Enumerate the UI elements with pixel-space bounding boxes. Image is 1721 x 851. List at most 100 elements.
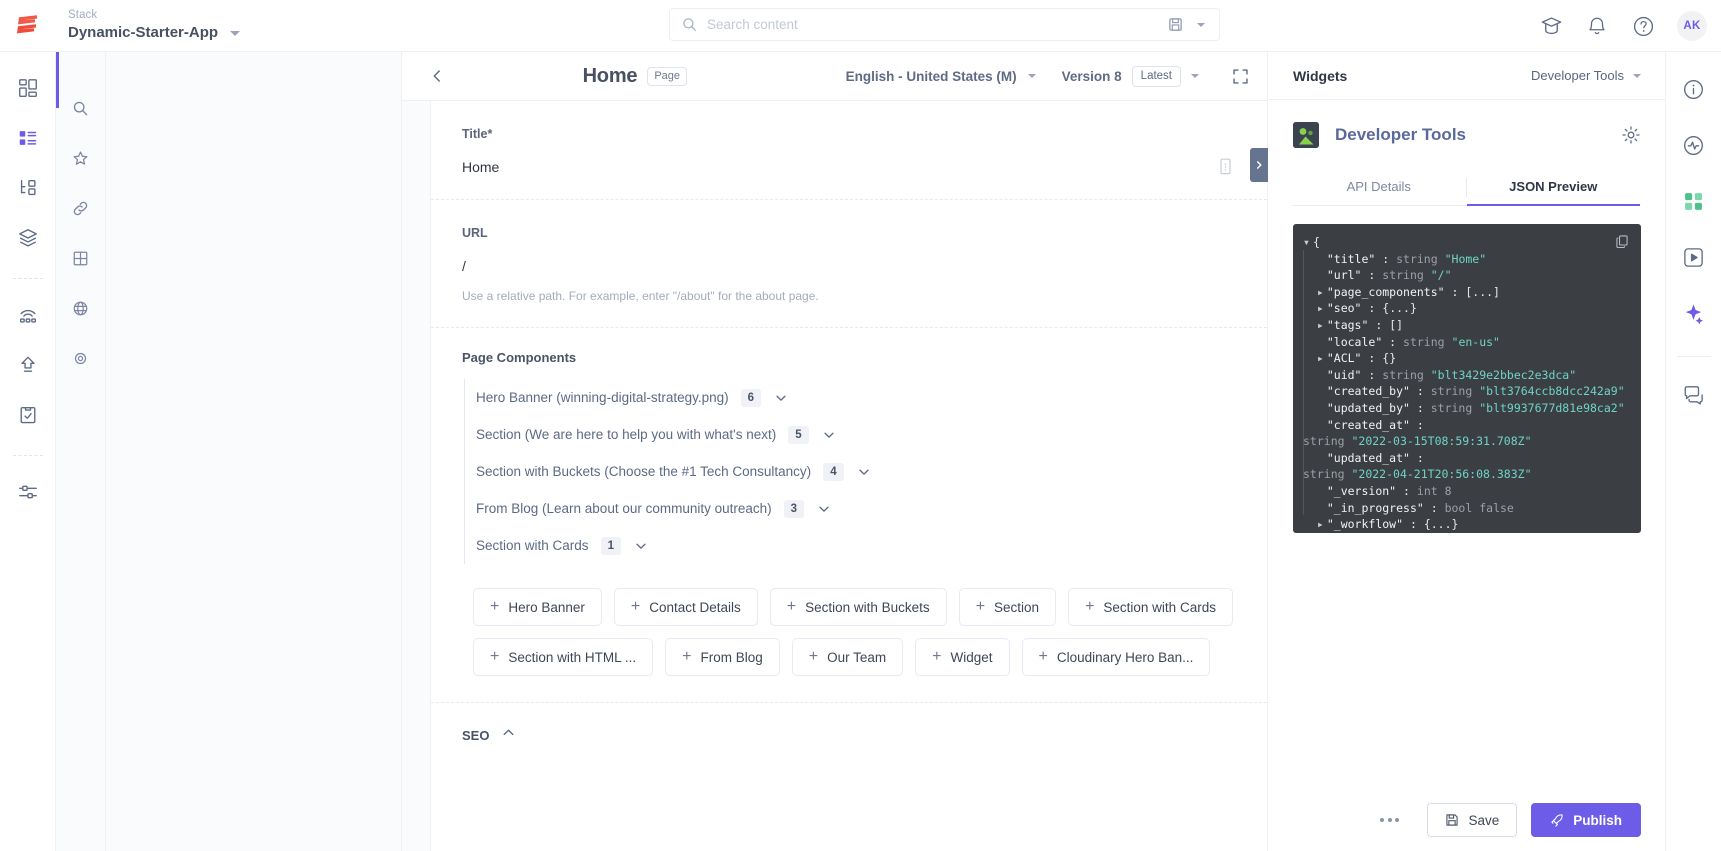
tab-api-details[interactable]: API Details bbox=[1292, 170, 1466, 206]
sidenav-link-icon[interactable] bbox=[65, 192, 97, 224]
chevron-down-icon[interactable] bbox=[633, 538, 649, 554]
json-line: ▸ "ACL" : {} bbox=[1316, 350, 1397, 367]
chevron-down-icon[interactable] bbox=[230, 30, 241, 36]
json-line: "updated_at" : string "2022-04-21T20:56:… bbox=[1303, 450, 1532, 482]
page-component-count: 6 bbox=[740, 388, 762, 407]
sparkle-ai-icon[interactable] bbox=[1677, 296, 1711, 330]
add-component-button[interactable]: + Our Team bbox=[791, 638, 904, 676]
fold-arrow-icon[interactable]: ▸ bbox=[1317, 284, 1327, 301]
comments-icon[interactable] bbox=[1677, 377, 1711, 411]
more-options-icon[interactable] bbox=[1370, 808, 1409, 832]
tab-json-preview[interactable]: JSON Preview bbox=[1466, 170, 1640, 206]
sidebar-item-dashboard[interactable] bbox=[8, 68, 48, 108]
fold-arrow-icon[interactable]: ▸ bbox=[1317, 350, 1327, 367]
fold-arrow-icon[interactable]: ▸ bbox=[1317, 317, 1327, 334]
page-component-label: Section with Cards bbox=[476, 538, 589, 553]
add-component-button[interactable]: + Section with HTML ... bbox=[473, 638, 654, 676]
add-component-button[interactable]: + Hero Banner bbox=[473, 588, 602, 626]
secondary-sidenav bbox=[56, 52, 106, 851]
chevron-down-icon[interactable] bbox=[856, 464, 872, 480]
page-component-label: Section with Buckets (Choose the #1 Tech… bbox=[476, 464, 812, 479]
graduation-cap-icon[interactable] bbox=[1539, 14, 1563, 38]
json-line: ▸ "tags" : [] bbox=[1316, 317, 1404, 334]
url-field-value[interactable]: / bbox=[462, 258, 1233, 274]
contentstack-logo[interactable] bbox=[0, 14, 56, 38]
chevron-down-icon[interactable] bbox=[773, 390, 789, 406]
sidebar-item-checklist[interactable] bbox=[8, 395, 48, 435]
far-rail-divider bbox=[1676, 356, 1711, 357]
page-component-row[interactable]: Section with Cards 1 bbox=[476, 527, 1233, 564]
sidenav-star-icon[interactable] bbox=[65, 142, 97, 174]
add-component-button[interactable]: + From Blog bbox=[665, 638, 780, 676]
version-selector[interactable]: Version 8 Latest bbox=[1062, 65, 1199, 87]
sidebar-item-entries[interactable] bbox=[8, 118, 48, 158]
version-chevron-down-icon[interactable] bbox=[1191, 74, 1199, 78]
sidenav-globe-icon[interactable] bbox=[65, 292, 97, 324]
sidebar-item-live-preview[interactable] bbox=[8, 295, 48, 335]
save-button[interactable]: Save bbox=[1427, 803, 1518, 837]
add-component-button[interactable]: + Cloudinary Hero Ban... bbox=[1021, 638, 1211, 676]
field-options-icon[interactable] bbox=[1218, 158, 1233, 180]
sidebar-item-assets[interactable] bbox=[8, 218, 48, 258]
add-component-button[interactable]: + Contact Details bbox=[613, 588, 758, 626]
page-component-row[interactable]: Section (We are here to help you with wh… bbox=[476, 416, 1233, 453]
fold-arrow-icon[interactable]: ▸ bbox=[1317, 300, 1327, 317]
saved-search-icon[interactable] bbox=[1168, 17, 1183, 32]
title-field-value[interactable]: Home bbox=[462, 159, 1233, 175]
url-field-group: URL / Use a relative path. For example, … bbox=[431, 200, 1267, 328]
add-component-button[interactable]: + Section with Cards bbox=[1068, 588, 1233, 626]
add-component-button[interactable]: + Widget bbox=[915, 638, 1010, 676]
checklist-icon bbox=[20, 406, 35, 424]
sidenav-grid-icon[interactable] bbox=[65, 242, 97, 274]
url-field-help: Use a relative path. For example, enter … bbox=[462, 289, 819, 303]
sidebar-item-settings[interactable] bbox=[8, 472, 48, 512]
page-component-count: 1 bbox=[600, 536, 621, 555]
page-component-row[interactable]: Hero Banner (winning-digital-strategy.pn… bbox=[476, 379, 1233, 416]
search-chevron-down-icon[interactable] bbox=[1197, 22, 1205, 27]
json-line: "url" : string "/" bbox=[1326, 268, 1452, 283]
widget-switcher[interactable]: Developer Tools bbox=[1531, 68, 1641, 83]
sidenav-tag-icon[interactable] bbox=[65, 342, 97, 374]
widget-title: Developer Tools bbox=[1335, 125, 1466, 144]
publish-button[interactable]: Publish bbox=[1531, 803, 1641, 837]
copy-icon[interactable] bbox=[1615, 234, 1629, 253]
add-component-button[interactable]: + Section with Buckets bbox=[769, 588, 947, 626]
gear-icon[interactable] bbox=[1621, 125, 1641, 145]
fold-arrow-icon[interactable]: ▸ bbox=[1317, 516, 1327, 533]
chevron-up-icon[interactable] bbox=[501, 725, 516, 745]
entries-icon bbox=[19, 131, 36, 145]
add-component-label: Section with HTML ... bbox=[508, 649, 637, 665]
chevron-down-icon[interactable] bbox=[1633, 73, 1641, 78]
seo-section-header[interactable]: SEO bbox=[431, 703, 1267, 745]
sidebar-item-content-types[interactable] bbox=[8, 168, 48, 208]
activity-pulse-icon[interactable] bbox=[1677, 128, 1711, 162]
info-circle-icon[interactable] bbox=[1677, 72, 1711, 106]
sidenav-search-icon[interactable] bbox=[65, 92, 97, 124]
json-preview[interactable]: ▾{ "title" : string "Home" "url" : strin… bbox=[1293, 224, 1641, 533]
page-component-row[interactable]: From Blog (Learn about our community out… bbox=[476, 490, 1233, 527]
collapse-panel-handle[interactable] bbox=[1250, 148, 1268, 182]
add-component-button[interactable]: + Section bbox=[958, 588, 1057, 626]
page-component-row[interactable]: Section with Buckets (Choose the #1 Tech… bbox=[476, 453, 1233, 490]
play-video-icon[interactable] bbox=[1677, 240, 1711, 274]
plus-icon: + bbox=[682, 648, 692, 665]
json-lines: ▾{ "title" : string "Home" "url" : strin… bbox=[1303, 234, 1629, 533]
plus-icon: + bbox=[1038, 648, 1048, 665]
sidebar-item-publish-queue[interactable] bbox=[8, 345, 48, 385]
puzzle-extensions-icon[interactable] bbox=[1677, 184, 1711, 218]
avatar[interactable]: AK bbox=[1677, 11, 1707, 41]
locale-selector[interactable]: English - United States (M) bbox=[846, 69, 1036, 84]
search-input[interactable] bbox=[697, 17, 1168, 32]
bell-icon[interactable] bbox=[1585, 14, 1609, 38]
json-line: "title" : string "Home" bbox=[1326, 251, 1487, 266]
fullscreen-icon[interactable] bbox=[1229, 65, 1251, 87]
question-circle-icon[interactable] bbox=[1631, 14, 1655, 38]
save-disk-icon bbox=[1446, 814, 1459, 826]
json-line: "updated_by" : string "blt9937677d81e98c… bbox=[1326, 400, 1625, 415]
locale-chevron-down-icon[interactable] bbox=[1027, 74, 1036, 78]
global-search[interactable] bbox=[669, 8, 1220, 41]
stack-selector[interactable]: Stack Dynamic-Starter-App bbox=[56, 8, 241, 43]
chevron-down-icon[interactable] bbox=[816, 501, 832, 517]
fold-arrow-icon[interactable]: ▾ bbox=[1303, 234, 1313, 251]
chevron-down-icon[interactable] bbox=[821, 427, 837, 443]
